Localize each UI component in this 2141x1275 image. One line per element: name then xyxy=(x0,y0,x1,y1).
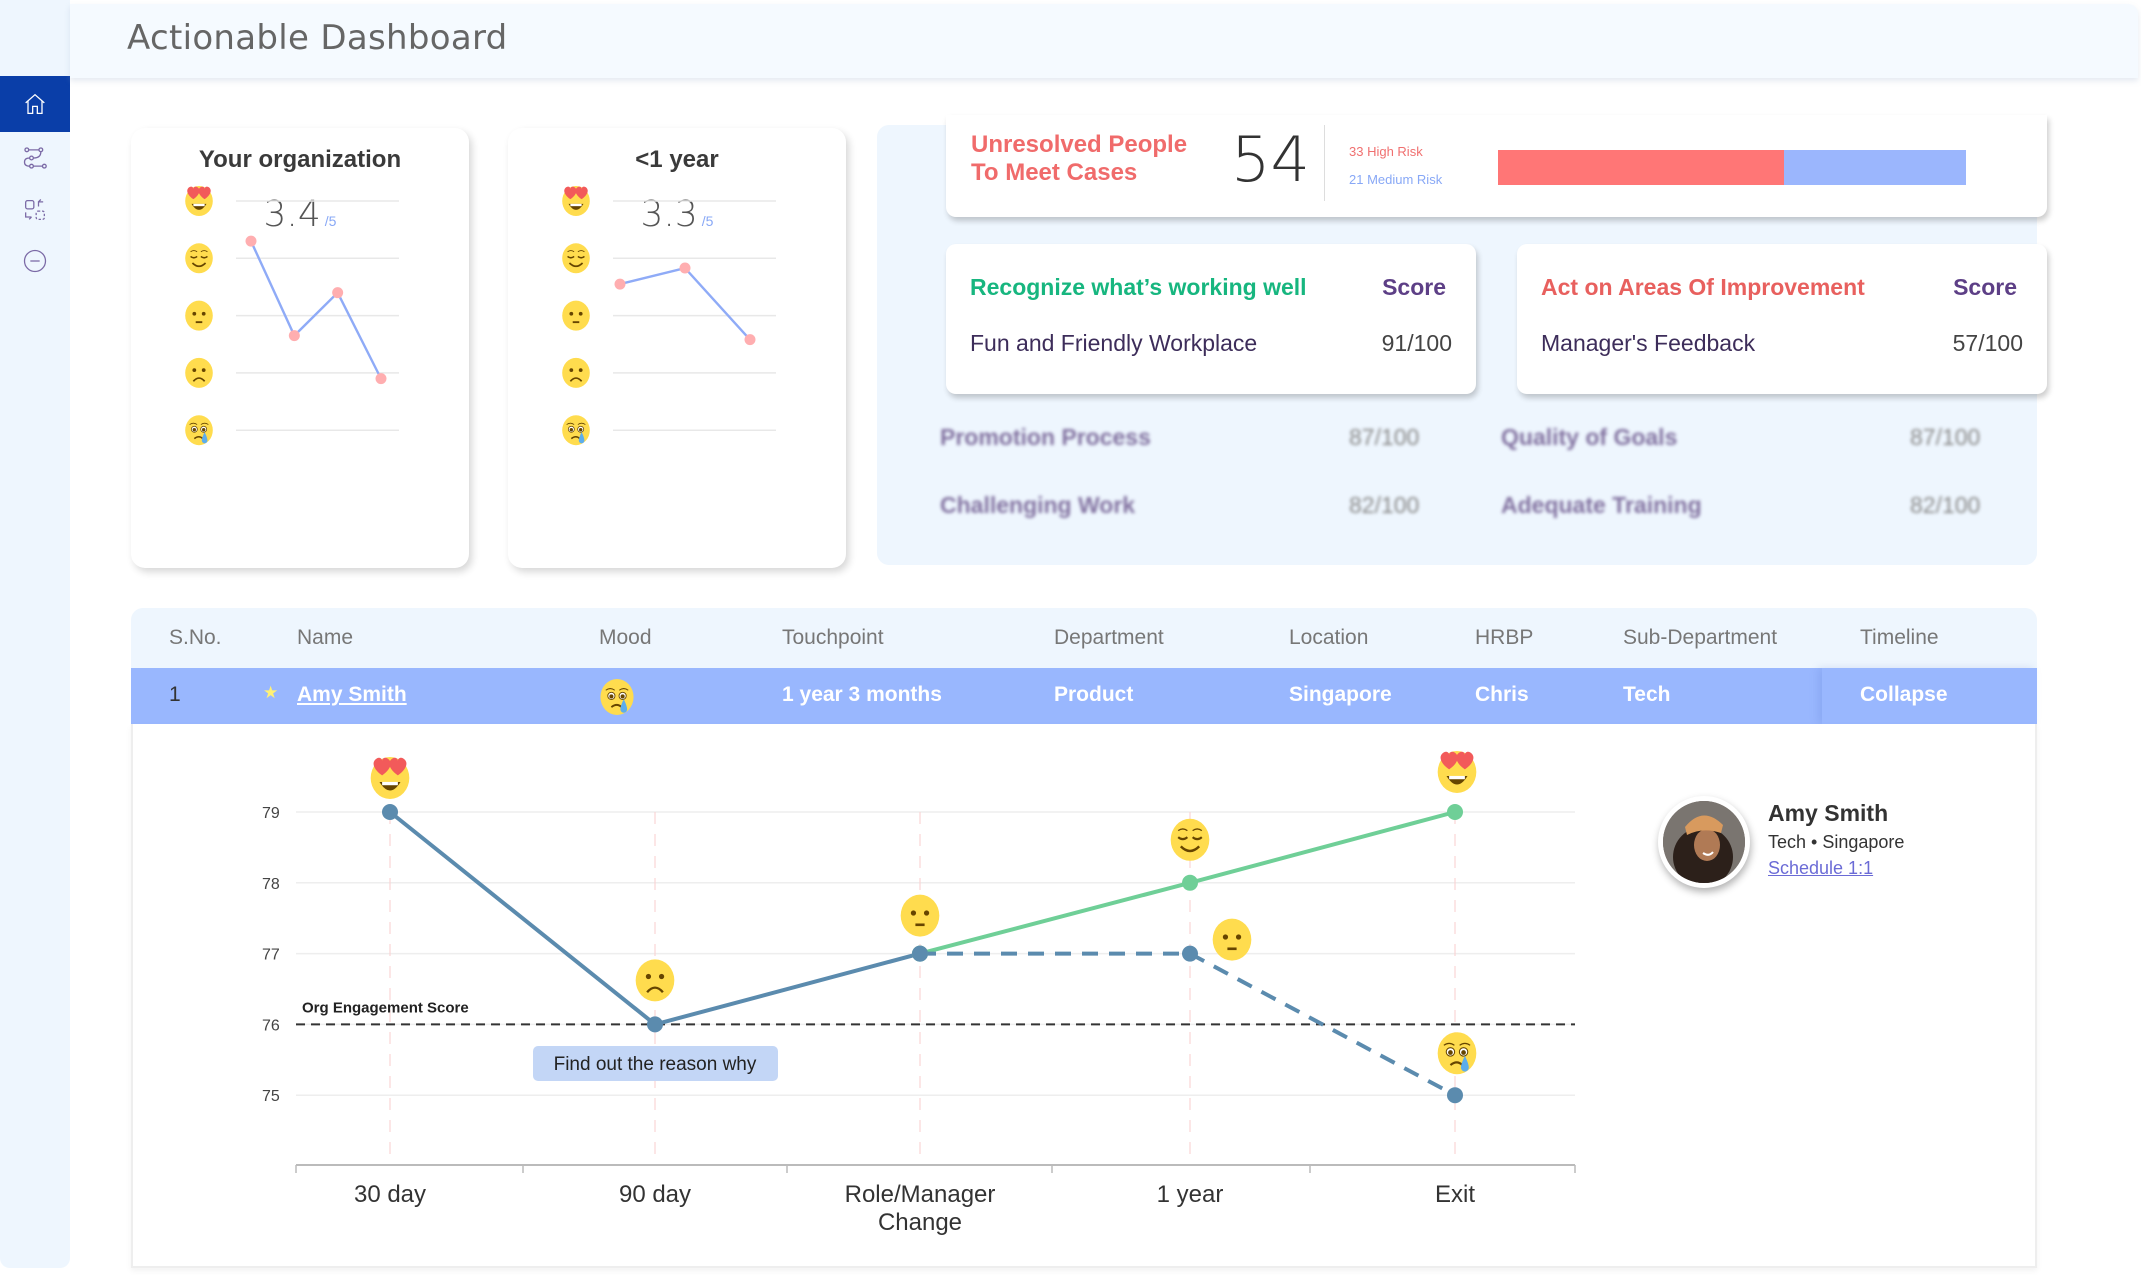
profile-name: Amy Smith xyxy=(1768,800,1889,826)
relieved-face-icon xyxy=(1170,818,1210,861)
data-point-improved[interactable] xyxy=(1182,874,1198,891)
data-point-actual[interactable] xyxy=(647,1016,663,1033)
annotation-label: Find out the reason why xyxy=(554,1054,757,1075)
y-tick-label: 76 xyxy=(262,1017,280,1034)
heart-eyes-face-icon xyxy=(1437,751,1477,793)
y-tick-label: 77 xyxy=(262,947,280,964)
data-point-projected[interactable] xyxy=(912,945,928,962)
heart-eyes-face-icon xyxy=(370,757,410,799)
reference-line-label: Org Engagement Score xyxy=(302,999,469,1016)
avatar-photo xyxy=(1663,801,1745,883)
data-point-projected[interactable] xyxy=(1182,945,1198,962)
neutral-face-icon xyxy=(1212,918,1252,961)
frowning-face-icon xyxy=(635,959,675,1002)
profile-meta: Tech • Singapore xyxy=(1768,832,1905,852)
x-tick-label: Exit xyxy=(1435,1181,1475,1208)
schedule-link[interactable]: Schedule 1:1 xyxy=(1768,858,1873,879)
y-tick-label: 75 xyxy=(262,1088,280,1105)
x-tick-label: Change xyxy=(878,1209,962,1236)
y-tick-label: 78 xyxy=(262,876,280,893)
neutral-face-icon xyxy=(900,894,940,937)
x-tick-label: 30 day xyxy=(354,1181,426,1208)
x-tick-label: 90 day xyxy=(619,1181,691,1208)
y-tick-label: 79 xyxy=(262,805,280,822)
data-point-projected[interactable] xyxy=(1447,1087,1463,1104)
x-tick-label: Role/Manager xyxy=(845,1181,996,1208)
data-point-actual[interactable] xyxy=(382,804,398,820)
engagement-timeline-chart: 75 76 77 78 79 30 day 90 day Role/ManagerChange… xyxy=(262,751,1576,1236)
crying-face-icon xyxy=(1437,1032,1477,1075)
find-reason-annotation[interactable]: Find out the reason why xyxy=(533,1046,778,1081)
data-point-improved[interactable] xyxy=(1447,804,1463,820)
x-tick-label: 1 year xyxy=(1157,1181,1224,1208)
avatar xyxy=(1658,796,1750,888)
